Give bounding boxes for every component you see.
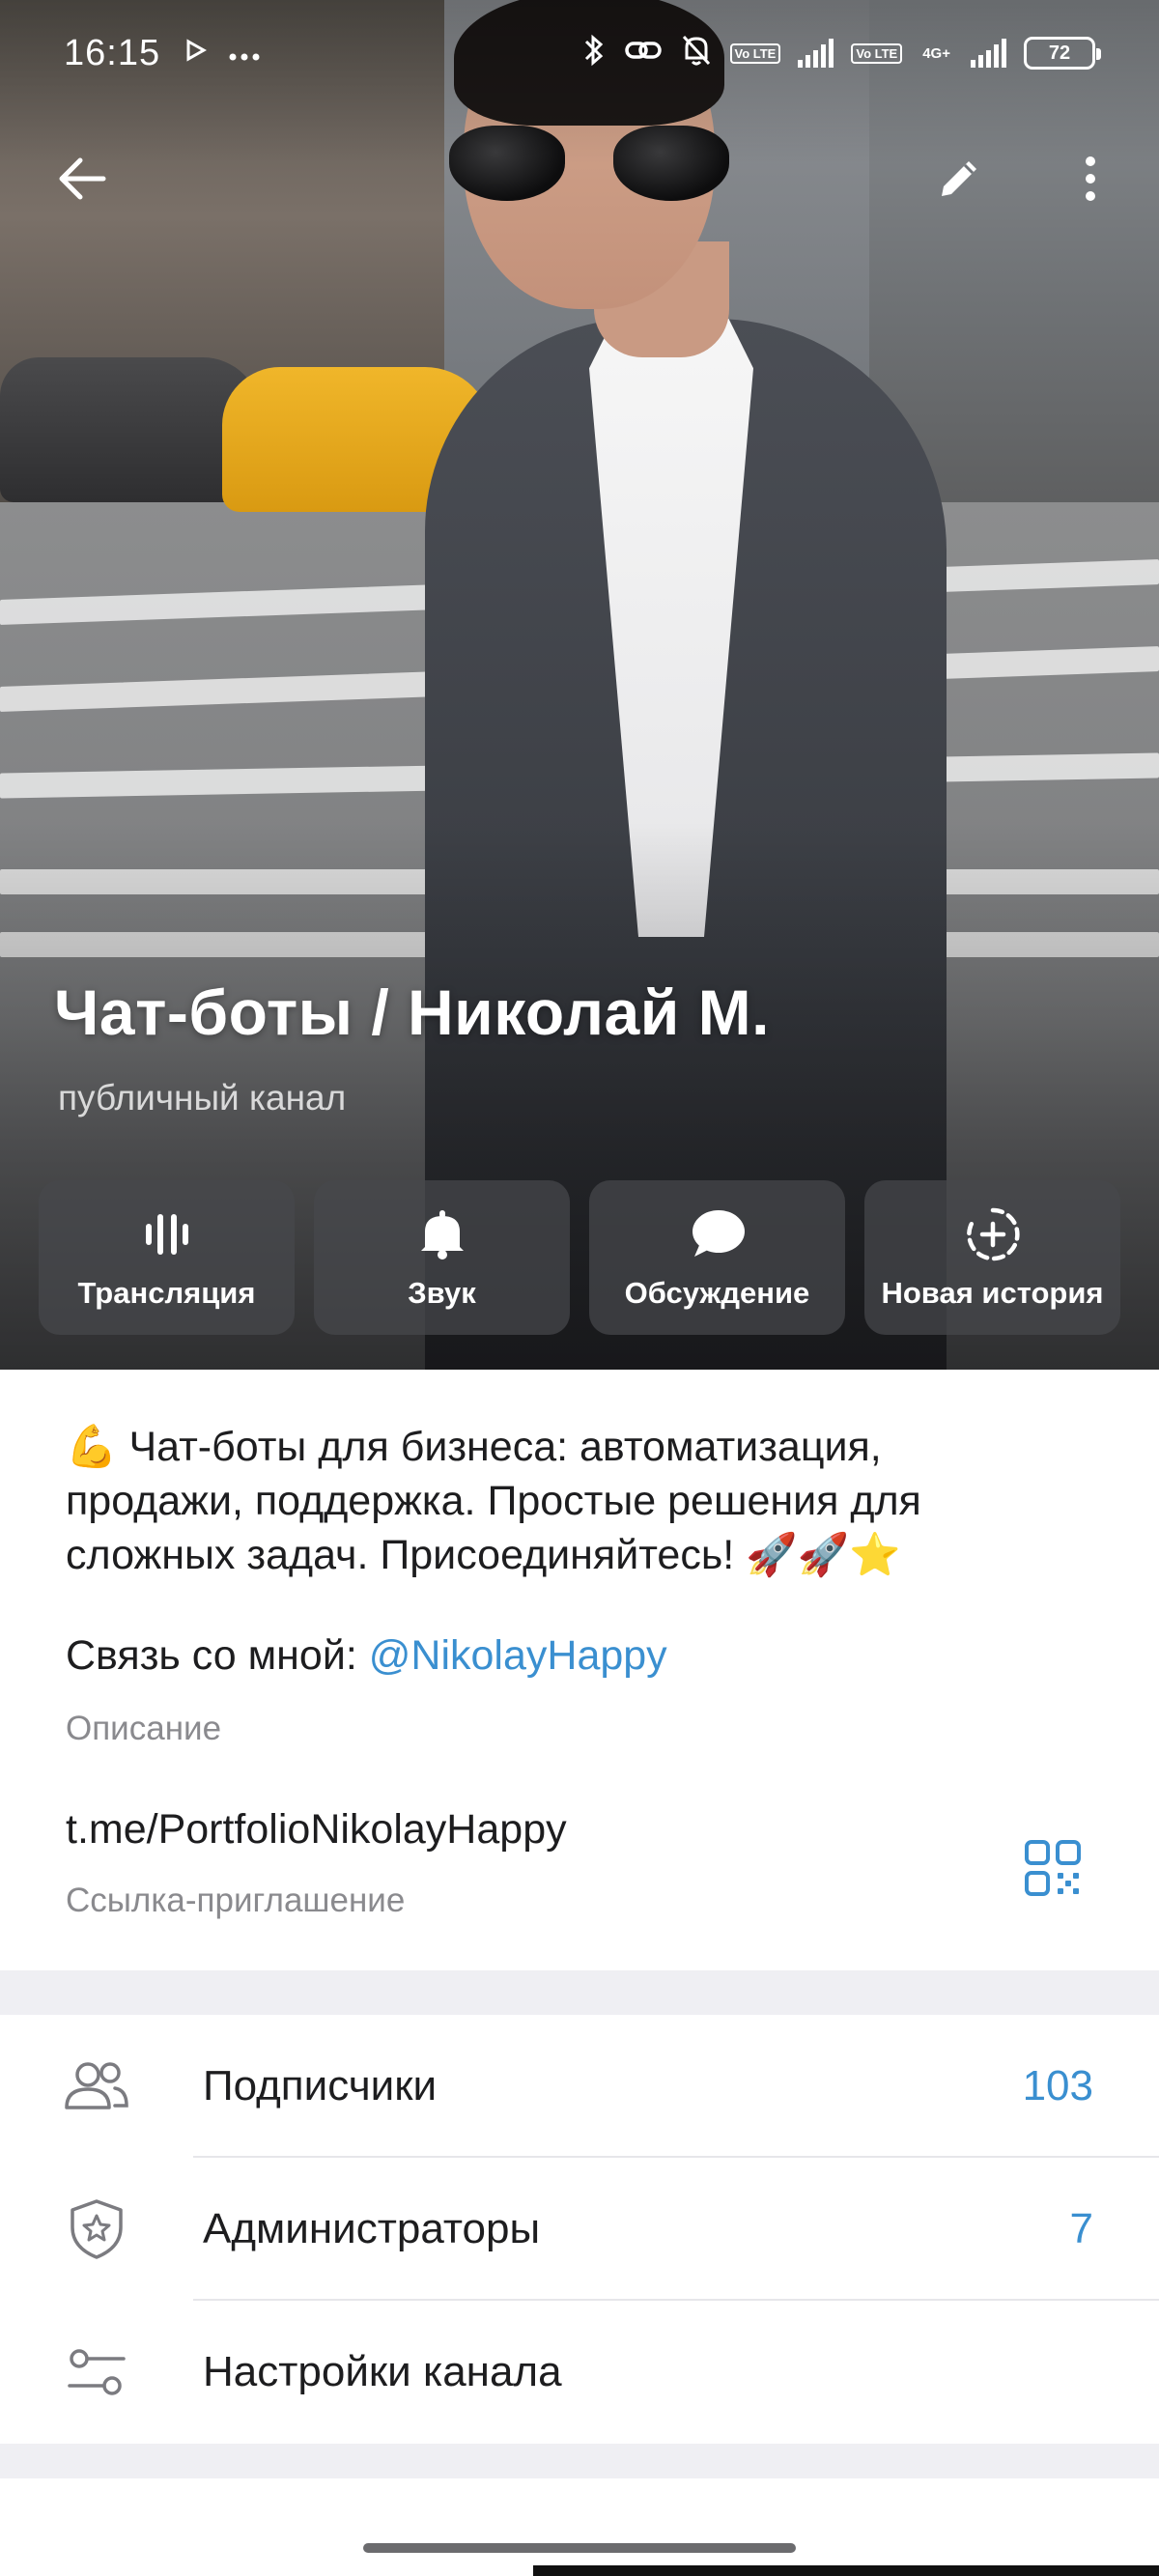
qr-code-button[interactable] — [1014, 1829, 1091, 1907]
pencil-icon — [942, 161, 976, 196]
administrators-count: 7 — [1069, 2205, 1093, 2252]
battery-level: 72 — [1048, 42, 1071, 64]
channel-title: Чат-боты / Николай М. — [54, 977, 770, 1048]
contact-prefix: Связь со мной: — [66, 1632, 369, 1679]
play-icon — [185, 38, 208, 69]
network-type-label: 4G+ — [922, 44, 950, 62]
subscribers-icon — [58, 2048, 135, 2125]
status-bar: 16:15 Vo LTE Vo LTE 4G+ 72 — [0, 0, 1159, 106]
edit-button[interactable] — [916, 135, 1003, 222]
settings-sliders-icon — [58, 2334, 135, 2411]
volte-badge: Vo LTE — [729, 42, 781, 64]
add-story-icon — [964, 1204, 1022, 1264]
battery-indicator: 72 — [1024, 37, 1101, 70]
contact-line: Связь со мной: @NikolayHappy — [66, 1632, 667, 1680]
bluetooth-icon — [581, 33, 607, 74]
vertical-dots-icon — [1086, 156, 1095, 201]
status-right-icons: Vo LTE Vo LTE 4G+ 72 — [581, 33, 1101, 74]
link-icon — [624, 36, 663, 71]
menu-item-administrators[interactable]: Администраторы 7 — [0, 2158, 1159, 2301]
live-stream-icon — [143, 1204, 191, 1264]
channel-info-card: 💪 Чат-боты для бизнеса: автоматизация, п… — [0, 1370, 1159, 1970]
live-stream-label: Трансляция — [77, 1276, 256, 1310]
back-button[interactable] — [39, 135, 126, 222]
bell-icon — [417, 1204, 467, 1264]
subscribers-count: 103 — [1022, 2062, 1093, 2109]
top-action-bar — [0, 135, 1159, 222]
invite-link-caption: Ссылка-приглашение — [66, 1882, 406, 1919]
discussion-button[interactable]: Обсуждение — [589, 1180, 845, 1335]
channel-type-label: публичный канал — [58, 1078, 347, 1118]
channel-description[interactable]: 💪 Чат-боты для бизнеса: автоматизация, п… — [66, 1420, 1070, 1582]
status-left-icons — [185, 38, 261, 69]
admin-shield-icon — [58, 2191, 135, 2268]
sound-label: Звук — [408, 1276, 476, 1310]
mute-bell-icon — [680, 33, 713, 74]
bottom-edge-bar — [533, 2565, 1159, 2576]
menu-item-label: Настройки канала — [203, 2348, 562, 2395]
qr-code-icon — [1025, 1840, 1081, 1896]
signal-icon — [798, 39, 834, 68]
volte-badge-2: Vo LTE — [851, 42, 903, 64]
menu-item-label: Администраторы — [203, 2205, 541, 2252]
more-dots-icon — [228, 38, 261, 69]
home-indicator[interactable] — [363, 2543, 796, 2553]
new-story-button[interactable]: Новая история — [864, 1180, 1120, 1335]
channel-menu-list: Подписчики 103 Администраторы 7 Настройк… — [0, 2015, 1159, 2444]
back-arrow-icon — [59, 157, 106, 200]
discussion-label: Обсуждение — [624, 1276, 810, 1310]
sound-button[interactable]: Звук — [314, 1180, 570, 1335]
signal-icon-2 — [971, 39, 1006, 68]
new-story-label: Новая история — [881, 1276, 1104, 1310]
status-time: 16:15 — [64, 32, 161, 73]
description-caption: Описание — [66, 1710, 222, 1747]
menu-item-label: Подписчики — [203, 2062, 438, 2109]
next-section-card — [0, 2478, 1159, 2576]
more-options-button[interactable] — [1047, 135, 1134, 222]
action-buttons-row: Трансляция Звук Обсуждение Новая история — [39, 1180, 1120, 1335]
menu-item-subscribers[interactable]: Подписчики 103 — [0, 2015, 1159, 2158]
live-stream-button[interactable]: Трансляция — [39, 1180, 295, 1335]
channel-profile-screen: 16:15 Vo LTE Vo LTE 4G+ 72 Чат-боты / Ни… — [0, 0, 1159, 2576]
menu-item-channel-settings[interactable]: Настройки канала — [0, 2301, 1159, 2444]
chat-bubble-icon — [689, 1204, 747, 1264]
invite-link[interactable]: t.me/PortfolioNikolayHappy — [66, 1806, 567, 1854]
contact-mention-link[interactable]: @NikolayHappy — [369, 1632, 667, 1679]
